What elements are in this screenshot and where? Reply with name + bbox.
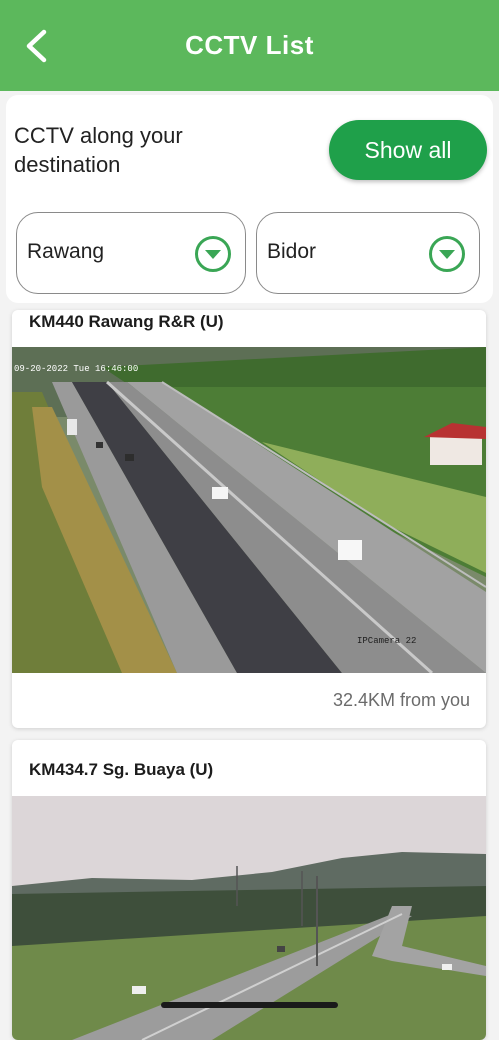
- home-indicator[interactable]: [161, 1002, 338, 1008]
- distance-label: 32.4KM from you: [332, 690, 470, 710]
- origin-select[interactable]: Rawang: [16, 212, 246, 294]
- cctv-timestamp: 09-20-2022 Tue 16:46:00: [14, 364, 138, 374]
- cctv-card[interactable]: KM440 Rawang R&R (U) 09-20-2022 Tue 16:4…: [12, 310, 486, 728]
- chevron-down-icon: [429, 236, 465, 272]
- show-all-button[interactable]: Show all: [329, 120, 487, 180]
- cctv-card[interactable]: KM434.7 Sg. Buaya (U): [12, 740, 486, 1040]
- destination-select[interactable]: Bidor: [256, 212, 480, 294]
- cctv-title: KM434.7 Sg. Buaya (U): [29, 760, 214, 779]
- destination-value: Bidor: [267, 240, 317, 263]
- page-title: CCTV List: [185, 30, 314, 60]
- app-header: CCTV List: [0, 0, 499, 91]
- origin-value: Rawang: [27, 240, 105, 263]
- camera-label: IPCamera 22: [357, 636, 416, 646]
- cctv-snapshot[interactable]: 09-20-2022 Tue 16:46:00 IPCamera 22: [12, 347, 486, 673]
- destination-description: CCTV along your destination: [14, 123, 183, 177]
- chevron-down-icon: [195, 236, 231, 272]
- cctv-title: KM440 Rawang R&R (U): [29, 312, 224, 331]
- destination-filter-card: CCTV along your destination Show all Raw…: [6, 95, 493, 303]
